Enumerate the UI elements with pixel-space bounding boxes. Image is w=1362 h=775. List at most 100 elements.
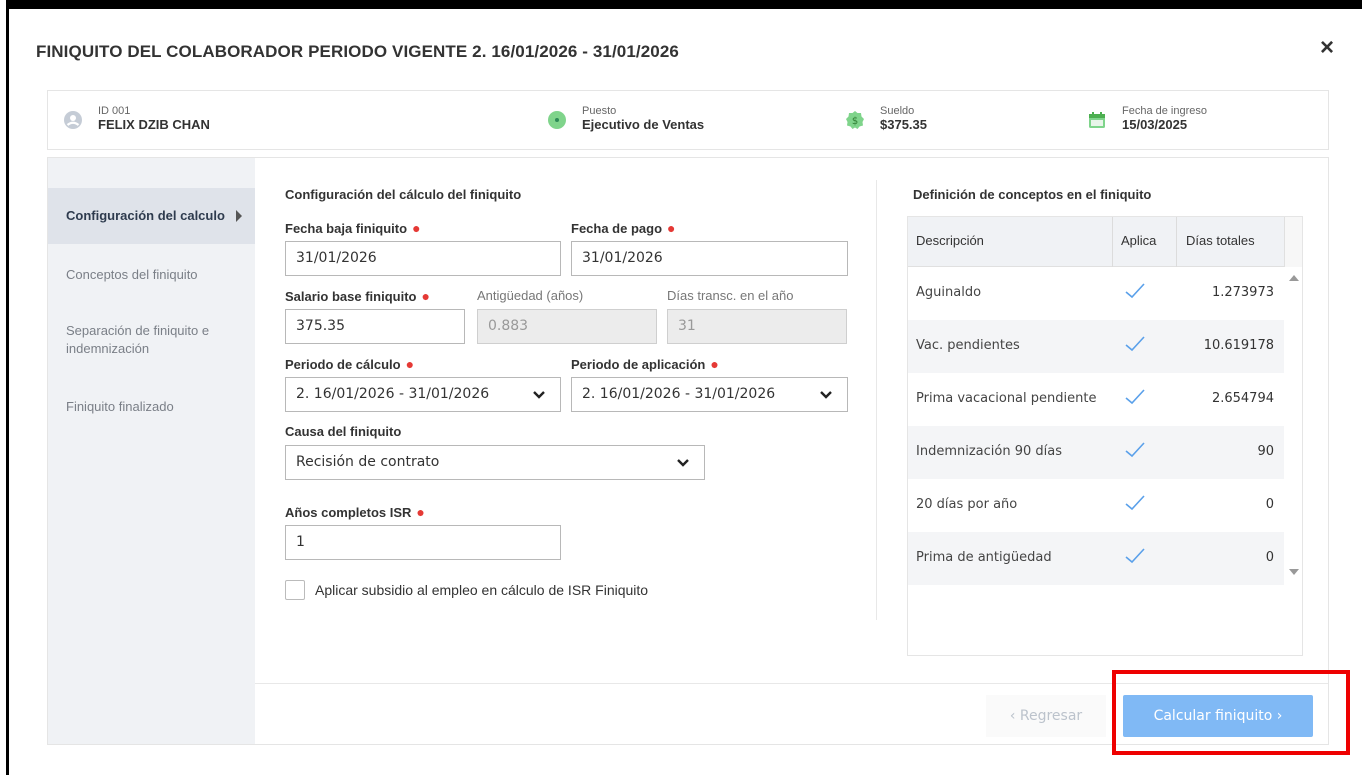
modal-title: FINIQUITO DEL COLABORADOR PERIODO VIGENT… <box>36 42 679 61</box>
row-days: 0 <box>1265 550 1274 565</box>
check-icon[interactable] <box>1124 440 1146 460</box>
subsidio-label: Aplicar subsidio al empleo en cálculo de… <box>315 582 649 598</box>
row-description: Aguinaldo <box>916 285 982 300</box>
sidebar-item-label: Configuración del calculo <box>66 208 225 223</box>
wizard-sidebar: Configuración del calculo Conceptos del … <box>48 158 255 744</box>
anios-isr-input[interactable]: 1 <box>285 525 561 560</box>
main-panel: Configuración del calculo Conceptos del … <box>47 157 1329 745</box>
check-icon[interactable] <box>1124 281 1146 301</box>
header-dias: Días totales <box>1186 233 1255 248</box>
table-row[interactable]: Prima de antigüedad 0 <box>908 532 1284 585</box>
sidebar-item-conceptos[interactable]: Conceptos del finiquito <box>48 266 255 284</box>
hire-date-value: 15/03/2025 <box>1122 117 1188 132</box>
row-description: Prima vacacional pendiente <box>916 391 1097 406</box>
anios-isr-label: Años completos ISR ● <box>285 504 425 520</box>
salary-value: $375.35 <box>880 117 927 132</box>
table-row[interactable]: Indemnización 90 días 90 <box>908 426 1284 479</box>
position-label: Puesto <box>582 105 617 117</box>
table-row[interactable]: 20 días por año 0 <box>908 479 1284 532</box>
header-descripcion: Descripción <box>916 233 984 248</box>
subsidio-checkbox[interactable] <box>285 580 305 600</box>
check-icon[interactable] <box>1124 334 1146 354</box>
antiguedad-input: 0.883 <box>477 309 657 344</box>
causa-value: Recisión de contrato <box>296 454 440 470</box>
sidebar-item-separacion[interactable]: Separación de finiquito e indemnización <box>48 322 238 358</box>
header-separator <box>1112 217 1113 267</box>
fecha-baja-label: Fecha baja finiquito ● <box>285 220 421 236</box>
periodo-calculo-label: Periodo de cálculo ● <box>285 356 415 372</box>
svg-text:$: $ <box>852 116 858 127</box>
highlight-box <box>1112 670 1350 755</box>
row-description: Indemnización 90 días <box>916 444 1062 459</box>
position-block: Puesto Ejecutivo de Ventas <box>548 105 704 133</box>
user-icon <box>64 111 82 129</box>
periodo-aplicacion-select[interactable]: 2. 16/01/2026 - 31/01/2026 <box>571 377 848 412</box>
salario-input[interactable]: 375.35 <box>285 309 465 344</box>
config-section-title: Configuración del cálculo del finiquito <box>285 187 522 202</box>
table-header: Descripción Aplica Días totales <box>908 217 1284 267</box>
salary-label: Sueldo <box>880 105 915 117</box>
required-dot-icon: ● <box>667 220 676 236</box>
employee-name: FELIX DZIB CHAN <box>98 117 210 132</box>
fecha-pago-label: Fecha de pago ● <box>571 220 676 236</box>
sidebar-item-configuracion[interactable]: Configuración del calculo <box>48 188 255 244</box>
employee-id-block: ID 001 FELIX DZIB CHAN <box>64 105 210 133</box>
row-days: 10.619178 <box>1203 338 1274 353</box>
antiguedad-label: Antigüedad (años) <box>477 288 584 303</box>
salario-label: Salario base finiquito ● <box>285 288 430 304</box>
scroll-down-arrow-icon[interactable] <box>1289 569 1299 575</box>
check-icon[interactable] <box>1124 546 1146 566</box>
required-dot-icon: ● <box>412 220 421 236</box>
header-separator <box>1176 217 1177 267</box>
required-dot-icon: ● <box>421 288 430 304</box>
position-icon <box>548 111 566 129</box>
row-description: Vac. pendientes <box>916 338 1020 353</box>
position-value: Ejecutivo de Ventas <box>582 117 705 132</box>
employee-info-bar: ID 001 FELIX DZIB CHAN Puesto Ejecutivo … <box>47 90 1329 150</box>
fecha-pago-input[interactable]: 31/01/2026 <box>571 241 848 276</box>
calendar-icon <box>1088 111 1106 129</box>
row-days: 0 <box>1265 497 1274 512</box>
check-icon[interactable] <box>1124 493 1146 513</box>
regresar-button[interactable]: ‹ Regresar <box>986 695 1106 737</box>
row-days: 90 <box>1257 444 1274 459</box>
row-description: 20 días por año <box>916 497 1018 512</box>
table-row[interactable]: Prima vacacional pendiente 2.654794 <box>908 373 1284 426</box>
header-aplica: Aplica <box>1121 233 1157 248</box>
close-icon[interactable]: × <box>1315 36 1339 60</box>
salary-block: $ Sueldo $375.35 <box>846 105 927 133</box>
table-row[interactable]: Aguinaldo 1.273973 <box>908 267 1284 320</box>
causa-label: Causa del finiquito <box>285 424 402 439</box>
dias-transcurridos-label: Días transc. en el año <box>667 288 794 303</box>
concepts-title: Definición de conceptos en el finiquito <box>913 187 1152 202</box>
causa-select[interactable]: Recisión de contrato <box>285 445 705 480</box>
dias-transcurridos-input: 31 <box>667 309 847 344</box>
row-description: Prima de antigüedad <box>916 550 1052 565</box>
row-days: 1.273973 <box>1211 285 1274 300</box>
periodo-calculo-value: 2. 16/01/2026 - 31/01/2026 <box>296 386 490 402</box>
caret-right-icon <box>236 210 242 222</box>
employee-id: ID 001 <box>98 105 131 117</box>
table-scrollbar[interactable] <box>1284 267 1302 587</box>
concepts-table: Descripción Aplica Días totales Aguinald… <box>907 216 1303 656</box>
hire-date-block: Fecha de ingreso 15/03/2025 <box>1088 105 1207 133</box>
required-dot-icon: ● <box>405 356 415 372</box>
chevron-down-icon <box>677 459 689 467</box>
panel-divider <box>876 180 877 620</box>
table-row[interactable]: Vac. pendientes 10.619178 <box>908 320 1284 373</box>
sidebar-item-finalizado[interactable]: Finiquito finalizado <box>48 398 255 416</box>
scrollbar-header <box>1284 217 1302 267</box>
required-dot-icon: ● <box>416 504 425 520</box>
frame-top-border <box>9 0 1362 9</box>
chevron-down-icon <box>533 391 545 399</box>
hire-date-label: Fecha de ingreso <box>1122 105 1207 117</box>
periodo-calculo-select[interactable]: 2. 16/01/2026 - 31/01/2026 <box>285 377 561 412</box>
required-dot-icon: ● <box>710 356 719 372</box>
money-icon: $ <box>846 111 864 129</box>
scroll-up-arrow-icon[interactable] <box>1289 275 1299 281</box>
fecha-baja-input[interactable]: 31/01/2026 <box>285 241 561 276</box>
check-icon[interactable] <box>1124 387 1146 407</box>
row-days: 2.654794 <box>1211 391 1274 406</box>
periodo-aplicacion-value: 2. 16/01/2026 - 31/01/2026 <box>582 386 776 402</box>
periodo-aplicacion-label: Periodo de aplicación ● <box>571 356 719 372</box>
